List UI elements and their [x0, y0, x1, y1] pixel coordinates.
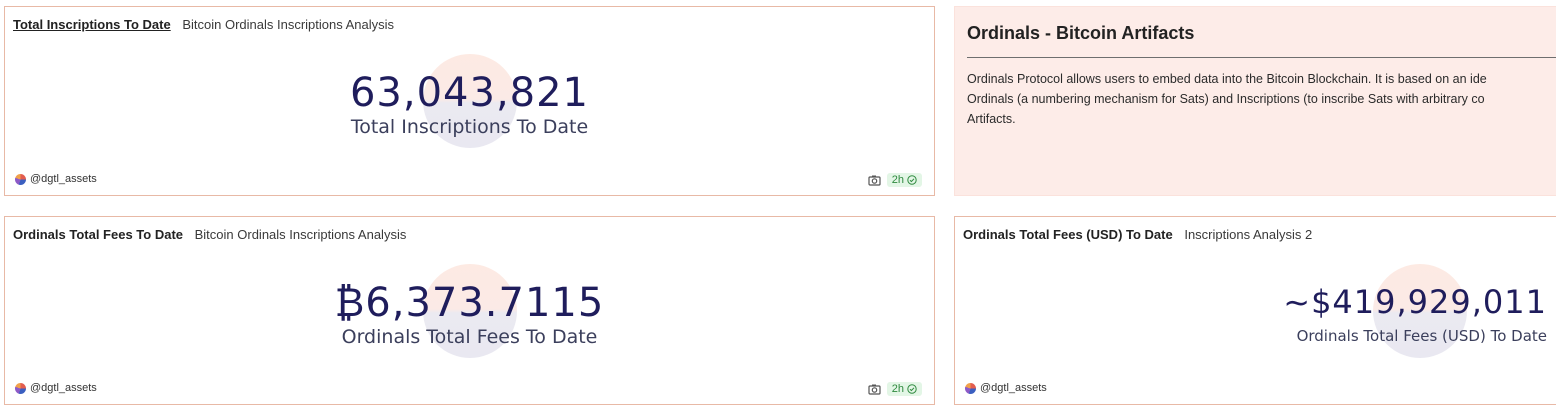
avatar — [965, 382, 976, 394]
check-circle-icon — [907, 384, 917, 394]
camera-icon[interactable] — [868, 174, 881, 186]
card-footer: @dgtl_assets — [15, 173, 97, 185]
inscriptions-counter-card: Total Inscriptions To Date Bitcoin Ordin… — [4, 6, 935, 196]
divider — [967, 57, 1556, 58]
fees-usd-counter-card: Ordinals Total Fees (USD) To Date Inscri… — [954, 216, 1556, 405]
counter: ~$419,929,011 Ordinals Total Fees (USD) … — [1247, 281, 1547, 347]
about-line: Ordinals (a numbering mechanism for Sats… — [967, 92, 1485, 106]
counter-label: Ordinals Total Fees (USD) To Date — [1296, 327, 1547, 345]
about-line: Ordinals Protocol allows users to embed … — [967, 72, 1487, 86]
card-header: Total Inscriptions To Date Bitcoin Ordin… — [13, 17, 394, 32]
about-text-card: Ordinals - Bitcoin Artifacts Ordinals Pr… — [954, 6, 1556, 196]
check-circle-icon — [907, 175, 917, 185]
author-link[interactable]: @dgtl_assets — [980, 382, 1047, 394]
card-subtitle: Bitcoin Ordinals Inscriptions Analysis — [182, 17, 395, 32]
card-footer: @dgtl_assets — [15, 382, 97, 394]
counter: 63,043,821 Total Inscriptions To Date — [5, 69, 934, 139]
counter-label: Total Inscriptions To Date — [350, 116, 589, 138]
refresh-status-badge[interactable]: 2h — [886, 173, 922, 187]
counter-value: ~$419,929,011 — [1283, 283, 1547, 321]
about-line: Artifacts. — [967, 112, 1016, 126]
fees-btc-counter-card: Ordinals Total Fees To Date Bitcoin Ordi… — [4, 216, 935, 405]
avatar — [15, 173, 26, 185]
counter-label: Ordinals Total Fees To Date — [341, 326, 598, 348]
card-actions: 2h — [868, 382, 922, 396]
card-subtitle: Bitcoin Ordinals Inscriptions Analysis — [194, 227, 407, 242]
card-title-link[interactable]: Ordinals Total Fees To Date — [13, 227, 183, 242]
camera-icon[interactable] — [868, 383, 881, 395]
counter-value: 63,043,821 — [349, 70, 590, 116]
counter-value: ₿6,373.7115 — [334, 280, 605, 326]
card-title-link[interactable]: Ordinals Total Fees (USD) To Date — [963, 227, 1173, 242]
counter: ₿6,373.7115 Ordinals Total Fees To Date — [5, 279, 934, 349]
card-title-link[interactable]: Total Inscriptions To Date — [13, 17, 171, 32]
author-link[interactable]: @dgtl_assets — [30, 173, 97, 185]
refresh-age: 2h — [891, 383, 904, 395]
card-header: Ordinals Total Fees (USD) To Date Inscri… — [963, 227, 1312, 242]
card-actions: 2h — [868, 173, 922, 187]
about-title: Ordinals - Bitcoin Artifacts — [967, 23, 1195, 43]
avatar — [15, 382, 26, 394]
refresh-age: 2h — [891, 174, 904, 186]
about-body: Ordinals Protocol allows users to embed … — [967, 69, 1556, 129]
card-subtitle: Inscriptions Analysis 2 — [1184, 227, 1313, 242]
author-link[interactable]: @dgtl_assets — [30, 382, 97, 394]
refresh-status-badge[interactable]: 2h — [886, 382, 922, 396]
card-header: Ordinals Total Fees To Date Bitcoin Ordi… — [13, 227, 406, 242]
card-footer: @dgtl_assets — [965, 382, 1047, 394]
